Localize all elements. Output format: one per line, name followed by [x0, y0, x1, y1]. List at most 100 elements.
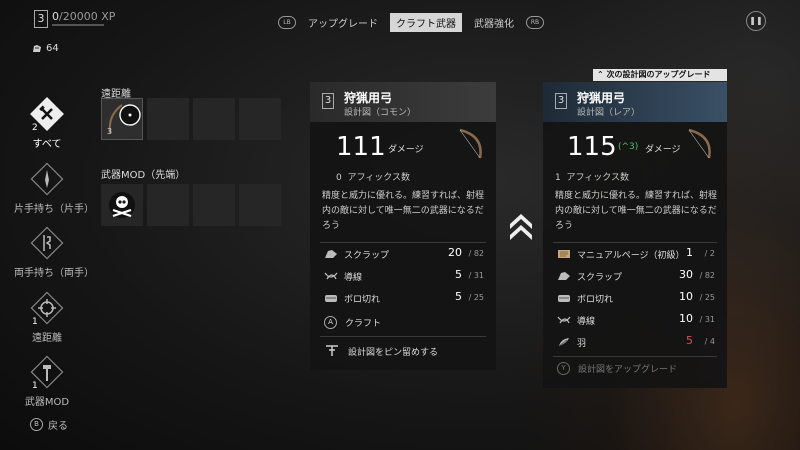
mod-section-title: 武器MOD（先端）	[101, 170, 186, 181]
hunting-bow-icon	[688, 128, 711, 159]
rag-icon	[325, 295, 337, 302]
feather-icon	[558, 338, 569, 347]
pin-label: 設計図をピン留めする	[348, 347, 439, 358]
damage-value: 111	[336, 132, 386, 162]
divider	[553, 356, 717, 357]
damage-value: 115	[567, 132, 617, 162]
blueprint-slot-hunting-bow[interactable]: 3	[101, 98, 143, 140]
material-row: スクラップ 30 / 82	[557, 268, 715, 285]
dagger-icon	[30, 162, 64, 196]
category-label: 片手持ち（片手）	[14, 204, 94, 215]
xp-counter: 0/20000 XP	[52, 10, 115, 23]
pause-icon[interactable]: ❚❚	[746, 11, 766, 31]
a-button-icon: A	[324, 316, 337, 329]
blueprint-slot-empty	[239, 184, 281, 226]
back-hint[interactable]: B 戻る	[30, 417, 68, 432]
slot-count: 3	[107, 127, 113, 136]
category-label: 武器MOD	[24, 397, 70, 408]
tab-craft-weapon[interactable]: クラフト武器	[390, 12, 462, 32]
category-label: 遠距離	[32, 333, 62, 344]
blueprint-slot-empty	[147, 98, 189, 140]
material-name: 導線	[577, 317, 596, 327]
blueprint-slot-empty	[193, 98, 235, 140]
category-one-handed[interactable]: 片手持ち（片手）	[14, 162, 94, 215]
wire-icon	[557, 316, 571, 324]
skull-crossbones-icon	[109, 192, 135, 218]
category-label: 両手持ち（両手）	[14, 268, 94, 279]
material-row: 導線 10 / 31	[557, 312, 715, 329]
next-upgrade-banner: ⌃ 次の設計図のアップグレード	[593, 69, 727, 81]
category-count: 1	[32, 317, 38, 327]
material-need: / 4	[704, 337, 715, 346]
divider	[320, 242, 486, 243]
pin-blueprint-action[interactable]: 設計図をピン留めする	[324, 344, 438, 358]
wire-icon	[324, 272, 338, 280]
weapon-description: 精度と威力に優れる。練習すれば、射程内の敵に対して唯一無二の武器になるだろう	[555, 191, 718, 231]
material-need: / 82	[699, 271, 715, 280]
material-have: 20	[448, 246, 462, 259]
material-name: ボロ切れ	[344, 295, 381, 305]
upgrade-blueprint-action[interactable]: Y 設計図をアップグレード	[557, 362, 677, 375]
next-upgrade-label: 次の設計図のアップグレード	[606, 70, 711, 79]
material-have: 10	[679, 312, 693, 325]
material-need: / 2	[704, 249, 715, 258]
weapon-description: 精度と威力に優れる。練習すれば、射程内の敵に対して唯一無二の武器になるだろう	[322, 191, 485, 231]
category-count: 1	[32, 381, 38, 391]
two-hand-icon	[30, 226, 64, 260]
material-name: ボロ切れ	[577, 295, 614, 305]
xp-total: /20000 XP	[59, 10, 116, 23]
material-need: / 82	[468, 249, 484, 258]
rb-button[interactable]: RB	[526, 15, 544, 29]
current-blueprint-card: 3 狩猟用弓 設計図（コモン） 111 ダメージ 0 アフィックス数 精度と威力…	[310, 82, 496, 370]
pin-icon	[326, 345, 338, 356]
category-label: すべて	[32, 139, 62, 150]
hunting-bow-icon	[459, 128, 482, 159]
material-have: 10	[679, 290, 693, 303]
damage-bonus: (^3)	[618, 142, 639, 152]
material-have: 5	[455, 268, 462, 281]
material-need: / 31	[699, 315, 715, 324]
material-have: 30	[679, 268, 693, 281]
y-button-icon: Y	[557, 362, 570, 375]
crosshair-icon: 1	[30, 291, 64, 327]
material-row: マニュアルページ（初級） 1 / 2	[557, 246, 715, 263]
card-rarity: 設計図（レア）	[577, 108, 641, 118]
next-blueprint-card: 3 狩猟用弓 設計図（レア） 115 (^3) ダメージ 1 アフィックス数 精…	[543, 82, 727, 388]
category-two-handed[interactable]: 両手持ち（両手）	[14, 226, 94, 279]
material-row: 羽 5 / 4	[557, 334, 715, 351]
card-level-badge: 3	[322, 93, 334, 109]
material-row: スクラップ 20 / 82	[324, 246, 484, 263]
blueprint-slot-empty	[239, 98, 281, 140]
b-button-icon: B	[30, 418, 43, 431]
affix-number: 1	[555, 173, 561, 183]
back-label: 戻る	[48, 421, 68, 432]
material-have: 5	[455, 290, 462, 303]
divider	[320, 336, 486, 337]
scrap-icon	[33, 45, 41, 52]
material-row: 導線 5 / 31	[324, 268, 484, 285]
divider	[553, 242, 717, 243]
material-row: ボロ切れ 5 / 25	[324, 290, 484, 307]
affix-count: 0 アフィックス数	[336, 170, 410, 183]
rag-icon	[558, 295, 570, 302]
material-need: / 31	[468, 271, 484, 280]
card-weapon-name: 狩猟用弓	[577, 91, 626, 105]
player-level-badge: 3	[34, 10, 48, 28]
scrap-icon	[558, 272, 570, 280]
category-ranged[interactable]: 1 遠距離	[24, 291, 70, 344]
material-row: ボロ切れ 10 / 25	[557, 290, 715, 307]
material-name: スクラップ	[344, 251, 390, 261]
blueprint-slot-mod[interactable]	[101, 184, 143, 226]
category-all[interactable]: 2 すべて	[24, 97, 70, 150]
tab-upgrade[interactable]: アップグレード	[302, 13, 384, 32]
material-name: スクラップ	[577, 273, 623, 283]
affix-label: アフィックス数	[347, 173, 411, 183]
card-header: 3 狩猟用弓 設計図（コモン）	[310, 82, 496, 122]
material-name: 羽	[577, 339, 587, 349]
category-weapon-mod[interactable]: 1 武器MOD	[24, 355, 70, 408]
material-name: 導線	[344, 273, 363, 283]
lb-button[interactable]: LB	[278, 15, 296, 29]
tab-weapon-enhance[interactable]: 武器強化	[468, 13, 520, 32]
craft-action[interactable]: A クラフト	[324, 316, 381, 329]
material-need: / 25	[699, 293, 715, 302]
